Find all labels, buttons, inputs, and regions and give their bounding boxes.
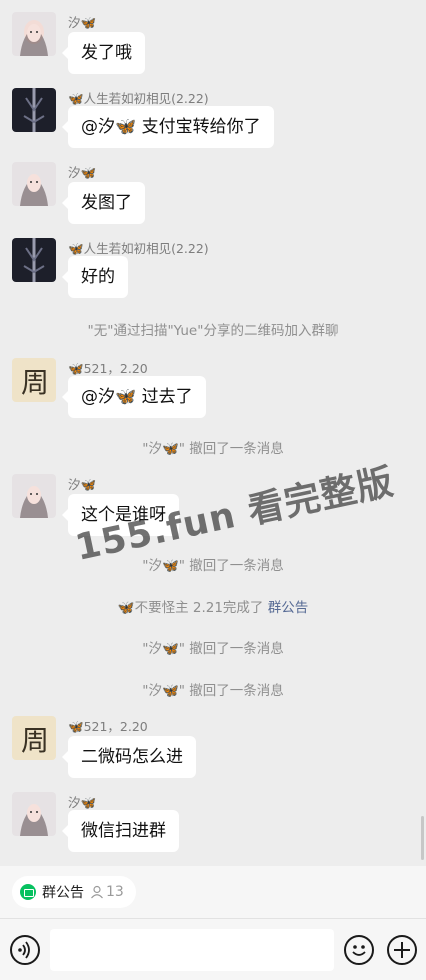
notice-bar: 群公告 13 bbox=[0, 866, 426, 918]
system-message: "汐🦋" 撤回了一条消息 bbox=[142, 683, 284, 699]
sender-name: 🦋人生若如初相见(2.22) bbox=[68, 91, 209, 106]
member-count: 13 bbox=[90, 884, 124, 900]
avatar[interactable] bbox=[12, 238, 56, 282]
emoji-button[interactable] bbox=[344, 935, 374, 965]
avatar[interactable]: 周 bbox=[12, 716, 56, 760]
system-message: "无"通过扫描"Yue"分享的二维码加入群聊 bbox=[87, 323, 339, 339]
notice-icon bbox=[20, 884, 36, 900]
message-bubble[interactable]: 发图了 bbox=[62, 182, 145, 224]
message-bubble[interactable]: 二微码怎么进 bbox=[62, 736, 196, 778]
emoji-icon bbox=[352, 945, 366, 956]
sender-name: 🦋521，2.20 bbox=[68, 361, 148, 376]
voice-icon bbox=[18, 941, 30, 959]
sender-name: 🦋人生若如初相见(2.22) bbox=[68, 241, 209, 256]
member-count-value: 13 bbox=[106, 884, 124, 900]
avatar[interactable] bbox=[12, 474, 56, 518]
svg-text:周: 周 bbox=[21, 366, 49, 399]
notice-link[interactable]: 群公告 bbox=[268, 600, 309, 616]
notice-label: 群公告 bbox=[42, 885, 84, 901]
person-icon bbox=[91, 885, 103, 899]
message-bubble[interactable]: 发了哦 bbox=[62, 32, 145, 74]
avatar[interactable]: 周 bbox=[12, 358, 56, 402]
scrollbar[interactable] bbox=[421, 816, 424, 860]
message-bubble[interactable]: @汐🦋 过去了 bbox=[62, 376, 206, 418]
message-bubble[interactable]: 这个是谁呀 bbox=[62, 494, 179, 536]
sender-name: 汐🦋 bbox=[68, 795, 97, 810]
voice-button[interactable] bbox=[10, 935, 40, 965]
system-text: 🦋不要怪主 2.21完成了 bbox=[117, 600, 264, 616]
avatar[interactable] bbox=[12, 88, 56, 132]
input-bar bbox=[0, 918, 426, 980]
sender-name: 🦋521，2.20 bbox=[68, 719, 148, 734]
plus-icon bbox=[394, 942, 410, 958]
svg-text:周: 周 bbox=[21, 724, 49, 757]
sender-name: 汐🦋 bbox=[68, 15, 97, 30]
chat-message-list[interactable]: 汐🦋 发了哦 🦋人生若如初相见(2.22) @汐🦋 支付宝转给你了 汐🦋 发图了… bbox=[0, 0, 426, 866]
message-bubble[interactable]: 微信扫进群 bbox=[62, 810, 179, 852]
system-message: "汐🦋" 撤回了一条消息 bbox=[142, 641, 284, 657]
avatar[interactable] bbox=[12, 792, 56, 836]
sender-name: 汐🦋 bbox=[68, 165, 97, 180]
sender-name: 汐🦋 bbox=[68, 477, 97, 492]
message-bubble[interactable]: @汐🦋 支付宝转给你了 bbox=[62, 106, 274, 148]
avatar[interactable] bbox=[12, 162, 56, 206]
system-message: "汐🦋" 撤回了一条消息 bbox=[142, 441, 284, 457]
message-bubble[interactable]: 好的 bbox=[62, 256, 128, 298]
group-notice-button[interactable]: 群公告 13 bbox=[12, 876, 136, 908]
system-message: "汐🦋" 撤回了一条消息 bbox=[142, 558, 284, 574]
message-input[interactable] bbox=[50, 929, 334, 971]
avatar[interactable] bbox=[12, 12, 56, 56]
more-button[interactable] bbox=[387, 935, 417, 965]
system-message: 🦋不要怪主 2.21完成了 群公告 bbox=[0, 596, 426, 616]
